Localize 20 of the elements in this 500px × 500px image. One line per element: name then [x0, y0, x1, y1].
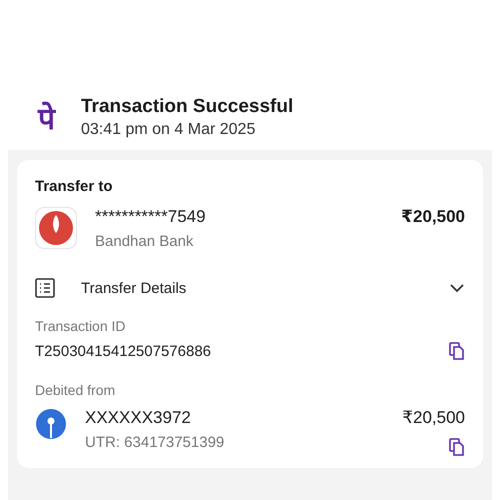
amount: ₹20,500	[402, 408, 465, 428]
copy-icon[interactable]	[449, 342, 465, 360]
bank-logo-icon	[35, 408, 67, 440]
status-title: Transaction Successful	[81, 96, 294, 118]
copy-icon[interactable]	[449, 438, 465, 456]
transfer-details-toggle[interactable]: Transfer Details	[35, 278, 465, 298]
bank-name: Bandhan Bank	[95, 233, 194, 250]
section-heading: Transfer to	[35, 178, 114, 195]
field-label: Transaction ID	[35, 318, 127, 334]
utr-number: UTR: 634173751399	[85, 434, 226, 451]
transaction-id: T25030415412507576886	[35, 342, 212, 360]
app-logo: पे	[38, 100, 55, 138]
chevron-icon	[449, 283, 465, 293]
amount: ₹20,500	[401, 207, 465, 227]
bank-logo-icon	[35, 207, 77, 249]
account-number: ***********7549	[95, 207, 207, 227]
timestamp: 03:41 pm on 4 Mar 2025	[81, 120, 256, 138]
account-number: XXXXXX3972	[85, 408, 192, 428]
field-label: Debited from	[35, 382, 116, 398]
list-icon	[35, 278, 55, 298]
